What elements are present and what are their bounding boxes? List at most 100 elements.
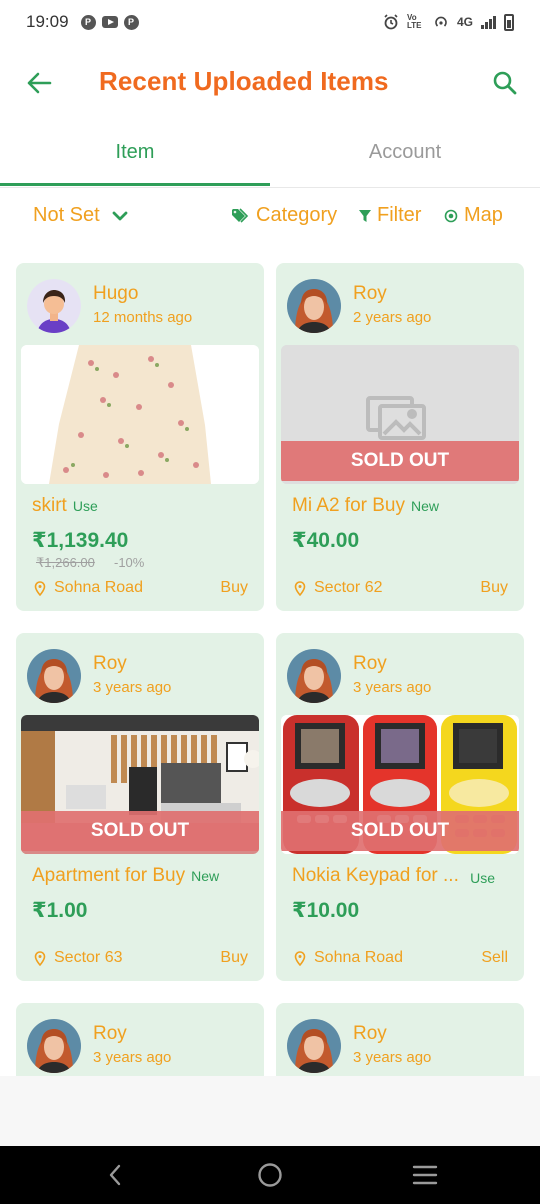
- avatar: [27, 279, 81, 333]
- posted-time: 12 months ago: [93, 309, 193, 326]
- location-text: Sector 62: [314, 579, 383, 596]
- item-price: ₹40.00: [292, 529, 360, 552]
- item-discount: -10%: [114, 555, 145, 570]
- search-icon: [493, 71, 517, 95]
- item-card[interactable]: Roy 3 years ago: [16, 1003, 264, 1076]
- item-location: Sohna Road: [34, 579, 143, 597]
- item-card[interactable]: Roy 2 years ago SOLD OUT Mi A2 for Buy Ne…: [276, 263, 524, 611]
- signal-icon: [481, 15, 496, 29]
- location-pin-icon: [294, 580, 306, 596]
- item-post-type: Buy: [480, 579, 508, 596]
- item-card[interactable]: Hugo 12 months ago skirt Use ₹1,139.40 ₹1…: [16, 263, 264, 611]
- location-pin-icon: [34, 580, 46, 596]
- item-image: SOLD OUT: [281, 345, 519, 484]
- item-card[interactable]: Roy 3 years ago SOLD OUT Nokia Keypad fo…: [276, 633, 524, 981]
- location-pin-icon: [34, 950, 46, 966]
- page-title: Recent Uploaded Items: [99, 66, 389, 96]
- back-button[interactable]: [22, 66, 56, 100]
- arrow-left-icon: [27, 72, 52, 94]
- nav-recents-button[interactable]: [410, 1160, 440, 1190]
- system-icons: Vo LTE 4G: [383, 13, 514, 31]
- alarm-icon: [384, 14, 398, 30]
- tag-icon: [232, 207, 249, 223]
- filter-label: Filter: [377, 204, 422, 226]
- item-title-text: Nokia Keypad for ...: [292, 865, 459, 886]
- map-button[interactable]: Map: [443, 204, 503, 227]
- posted-time: 3 years ago: [93, 1049, 172, 1066]
- sold-out-badge: SOLD OUT: [21, 811, 259, 851]
- sold-out-badge: SOLD OUT: [281, 811, 519, 851]
- item-location: Sector 62: [294, 579, 382, 597]
- user-name: Roy: [353, 283, 387, 304]
- user-name: Hugo: [93, 283, 139, 304]
- user-name: Roy: [353, 1023, 387, 1044]
- status-time: 19:09: [26, 12, 69, 31]
- youtube-icon: [101, 16, 118, 28]
- item-original-price: ₹1,266.00: [36, 555, 95, 570]
- item-title: Nokia Keypad for ...: [292, 865, 459, 887]
- item-title: skirt Use: [32, 495, 98, 517]
- nav-back-button[interactable]: [100, 1160, 130, 1190]
- item-title-text: Apartment for Buy: [32, 865, 186, 886]
- posted-time: 2 years ago: [353, 309, 432, 326]
- battery-icon: [504, 13, 514, 31]
- bottom-area: [0, 1076, 540, 1146]
- item-image: SOLD OUT: [21, 715, 259, 854]
- chevron-left-icon: [109, 1164, 121, 1186]
- avatar: [287, 1019, 341, 1073]
- tab-item[interactable]: Item: [0, 124, 270, 186]
- volte-icon: Vo LTE: [406, 13, 422, 30]
- location-text: Sohna Road: [54, 579, 143, 596]
- user-name: Roy: [93, 653, 127, 674]
- location-pin-icon: [294, 950, 306, 966]
- location-text: Sector 63: [54, 949, 123, 966]
- avatar: [287, 279, 341, 333]
- item-image: SOLD OUT: [281, 715, 519, 854]
- filter-row: Not Set Category Filter Map: [0, 196, 540, 240]
- avatar: [27, 1019, 81, 1073]
- category-button[interactable]: Category: [231, 204, 337, 227]
- funnel-icon: [359, 209, 371, 222]
- nav-home-button[interactable]: [255, 1160, 285, 1190]
- item-title-text: Mi A2 for Buy: [292, 495, 405, 516]
- sold-out-badge: SOLD OUT: [281, 441, 519, 481]
- location-text: Sohna Road: [314, 949, 403, 966]
- posted-time: 3 years ago: [353, 679, 432, 696]
- item-image: [21, 345, 259, 484]
- chevron-down-icon: [112, 211, 128, 220]
- item-condition: Use: [72, 498, 98, 514]
- app-notification-icon: P: [80, 14, 96, 30]
- item-post-type: Buy: [220, 579, 248, 596]
- item-post-type: Buy: [220, 949, 248, 966]
- item-post-type: Sell: [481, 949, 508, 966]
- notification-icons: P P: [80, 14, 139, 30]
- hotspot-icon: [435, 16, 447, 27]
- item-location: Sector 63: [34, 949, 122, 967]
- filter-button[interactable]: Filter: [358, 204, 421, 227]
- item-title: Apartment for Buy New: [32, 865, 219, 887]
- item-price: ₹10.00: [292, 899, 360, 922]
- posted-time: 3 years ago: [353, 1049, 432, 1066]
- sort-value: Not Set: [33, 204, 100, 226]
- app-bar: Recent Uploaded Items: [0, 52, 540, 112]
- avatar: [27, 649, 81, 703]
- posted-time: 3 years ago: [93, 679, 172, 696]
- status-bar: 19:09 P P Vo LTE 4G: [0, 0, 540, 44]
- search-button[interactable]: [488, 66, 522, 100]
- item-condition: Use: [470, 870, 495, 886]
- item-card[interactable]: Roy 3 years ago SOLD OUT Apartment for B…: [16, 633, 264, 981]
- home-circle-icon: [258, 1163, 282, 1187]
- item-condition: New: [411, 498, 440, 514]
- sort-dropdown[interactable]: Not Set: [33, 204, 128, 227]
- tab-account[interactable]: Account: [270, 124, 540, 186]
- item-price: ₹1.00: [32, 899, 88, 922]
- map-label: Map: [464, 204, 503, 226]
- item-title: Mi A2 for Buy New: [292, 495, 439, 517]
- item-title-text: skirt: [32, 495, 67, 516]
- tab-bar: Item Account: [0, 124, 540, 188]
- category-label: Category: [256, 204, 338, 226]
- item-price: ₹1,139.40: [32, 529, 129, 552]
- location-target-icon: [444, 209, 458, 222]
- system-nav-bar: [0, 1146, 540, 1204]
- item-card[interactable]: Roy 3 years ago: [276, 1003, 524, 1076]
